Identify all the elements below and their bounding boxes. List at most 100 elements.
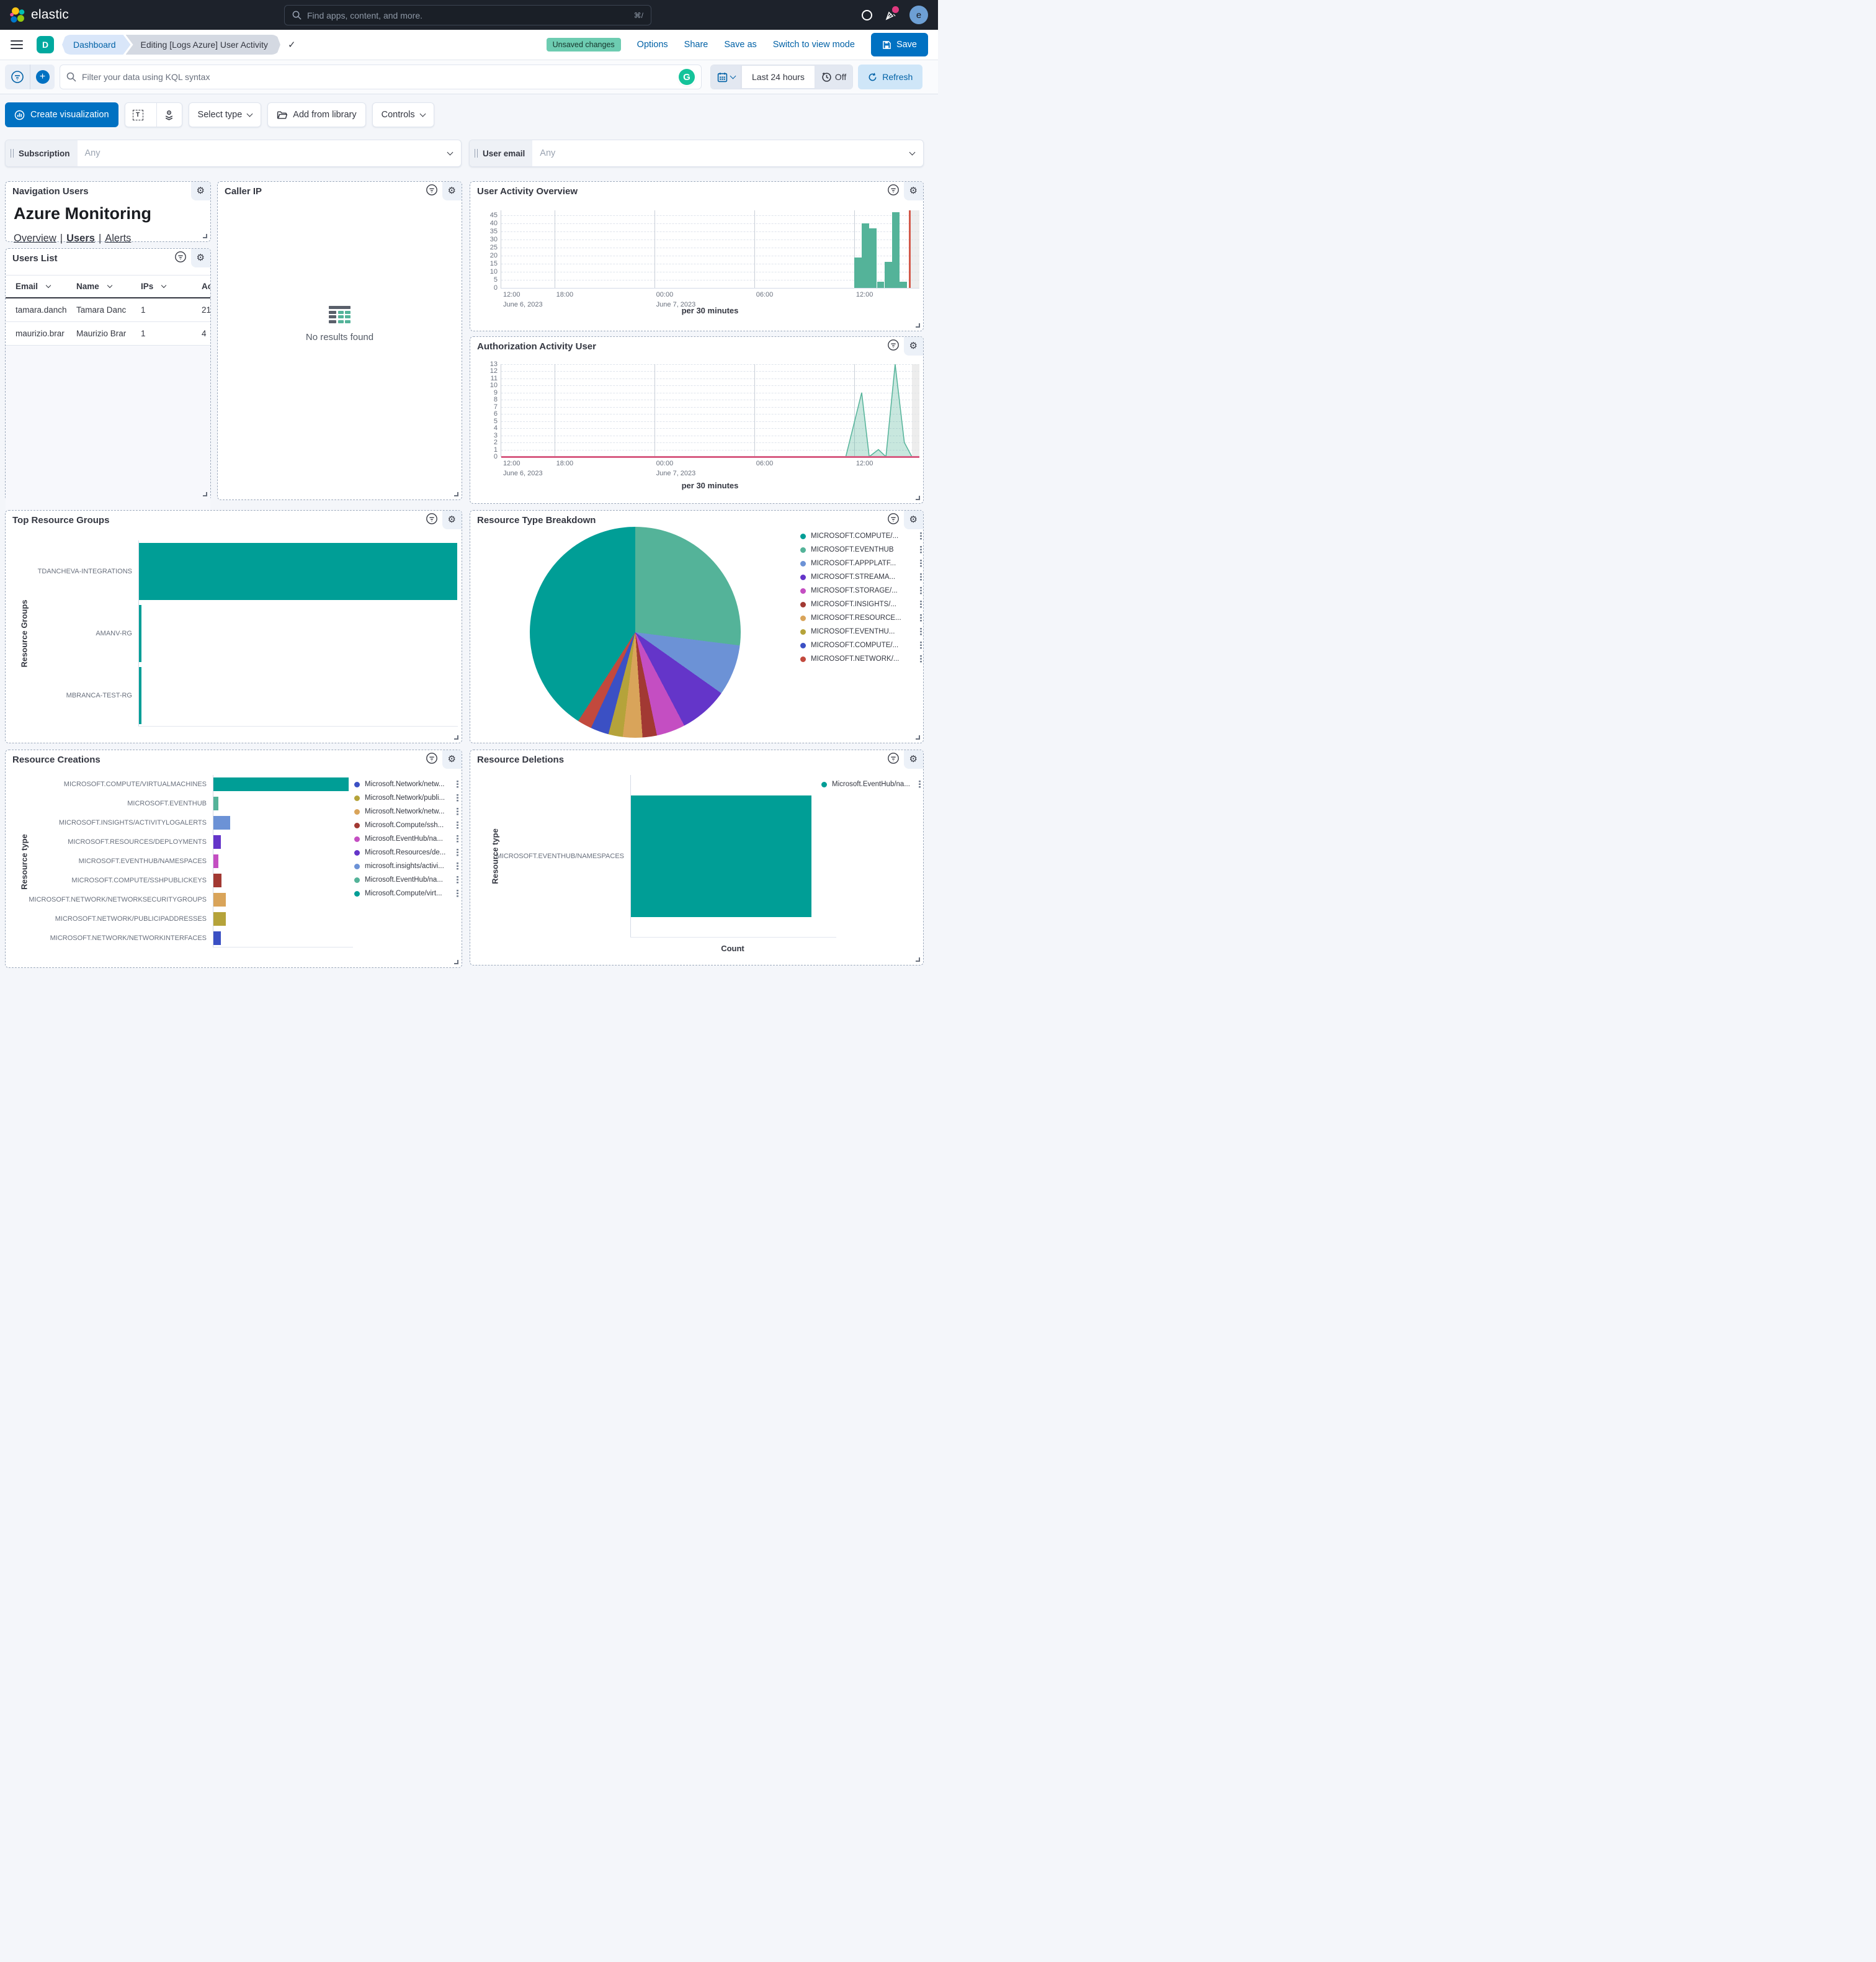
menu-icon[interactable]: [11, 38, 23, 52]
share-button[interactable]: Share: [684, 40, 708, 50]
legend-label[interactable]: MICROSOFT.EVENTHU...: [811, 628, 895, 635]
panel-title[interactable]: Navigation Users: [12, 186, 89, 197]
legend-more-icon[interactable]: [920, 532, 922, 540]
legend-label[interactable]: MICROSOFT.APPPLATF...: [811, 560, 896, 567]
legend-label[interactable]: MICROSOFT.NETWORK/...: [811, 655, 899, 663]
refresh-button[interactable]: Refresh: [858, 65, 922, 89]
resize-handle[interactable]: [454, 735, 458, 740]
help-icon[interactable]: [862, 10, 872, 20]
legend-label[interactable]: Microsoft.EventHub/na...: [365, 835, 443, 843]
gear-icon[interactable]: ⚙: [191, 182, 210, 200]
gear-icon[interactable]: ⚙: [191, 249, 210, 267]
top-resource-groups-chart[interactable]: TDANCHEVA-INTEGRATIONSAMANV-RGMBRANCA-TE…: [6, 540, 458, 727]
resize-handle[interactable]: [916, 496, 920, 500]
gear-icon[interactable]: ⚙: [442, 182, 462, 200]
legend-label[interactable]: MICROSOFT.INSIGHTS/...: [811, 601, 896, 608]
resize-handle[interactable]: [454, 492, 458, 496]
kql-query-input[interactable]: Filter your data using KQL syntax G: [60, 65, 702, 89]
column-header-ips[interactable]: IPs: [141, 282, 153, 291]
authorization-activity-chart[interactable]: 01234567891011121312:00June 6, 202318:00…: [501, 364, 919, 457]
legend-label[interactable]: Microsoft.Resources/de...: [365, 849, 445, 856]
auto-refresh-button[interactable]: Off: [815, 65, 852, 89]
panel-title[interactable]: User Activity Overview: [477, 186, 578, 197]
switch-to-view-mode-button[interactable]: Switch to view mode: [773, 40, 855, 50]
drag-handle-icon[interactable]: [11, 149, 14, 158]
controls-button[interactable]: Controls: [372, 102, 434, 127]
legend-more-icon[interactable]: [920, 655, 922, 663]
global-search-input[interactable]: Find apps, content, and more. ⌘/: [284, 5, 651, 25]
legend-more-icon[interactable]: [457, 849, 459, 856]
dashboard-app-badge[interactable]: D: [37, 36, 54, 53]
breadcrumb-dashboard[interactable]: Dashboard: [62, 35, 131, 55]
resize-handle[interactable]: [916, 957, 920, 962]
legend-more-icon[interactable]: [457, 794, 459, 802]
legend-label[interactable]: Microsoft.Network/publi...: [365, 794, 445, 802]
legend-more-icon[interactable]: [457, 890, 459, 897]
legend-label[interactable]: Microsoft.EventHub/na...: [365, 876, 443, 884]
legend-more-icon[interactable]: [457, 822, 459, 829]
legend-more-icon[interactable]: [920, 601, 922, 608]
panel-title[interactable]: Resource Deletions: [477, 755, 564, 765]
legend-more-icon[interactable]: [457, 781, 459, 788]
resource-creations-chart[interactable]: MICROSOFT.COMPUTE/VIRTUALMACHINESMICROSO…: [6, 775, 353, 947]
legend-more-icon[interactable]: [920, 628, 922, 635]
table-row[interactable]: tamara.danchTamara Danc121: [6, 298, 210, 322]
legend-label[interactable]: MICROSOFT.COMPUTE/...: [811, 532, 898, 540]
date-quick-select-button[interactable]: [711, 65, 741, 89]
sort-chevron-icon[interactable]: [107, 283, 112, 288]
legend-more-icon[interactable]: [920, 546, 922, 553]
legend-label[interactable]: Microsoft.Compute/ssh...: [365, 822, 444, 829]
sort-chevron-icon[interactable]: [46, 283, 51, 288]
legend-more-icon[interactable]: [457, 808, 459, 815]
resource-deletions-chart[interactable]: MICROSOFT.EVENTHUB/NAMESPACES: [470, 775, 836, 938]
panel-title[interactable]: Users List: [12, 253, 58, 264]
nav-link-alerts[interactable]: Alerts: [105, 233, 131, 244]
legend-more-icon[interactable]: [457, 876, 459, 884]
panel-title[interactable]: Top Resource Groups: [12, 515, 109, 526]
elastic-logo[interactable]: elastic: [9, 7, 69, 24]
resize-handle[interactable]: [454, 960, 458, 964]
options-button[interactable]: Options: [637, 40, 668, 50]
resize-handle[interactable]: [203, 234, 207, 238]
news-icon[interactable]: [885, 9, 897, 21]
legend-label[interactable]: MICROSOFT.EVENTHUB: [811, 546, 894, 553]
panel-title[interactable]: Caller IP: [225, 186, 262, 197]
legend-label[interactable]: microsoft.insights/activi...: [365, 862, 444, 870]
nav-link-users[interactable]: Users: [66, 233, 95, 244]
column-header-ac[interactable]: Ac: [202, 282, 210, 291]
legend-label[interactable]: Microsoft.Compute/virt...: [365, 890, 442, 897]
legend-more-icon[interactable]: [920, 573, 922, 581]
legend-label[interactable]: Microsoft.Network/netw...: [365, 808, 444, 815]
legend-more-icon[interactable]: [920, 614, 922, 622]
panel-filter-icon[interactable]: [426, 184, 438, 199]
legend-more-icon[interactable]: [920, 642, 922, 649]
resize-handle[interactable]: [916, 323, 920, 328]
panel-title[interactable]: Resource Type Breakdown: [477, 515, 596, 526]
user-email-control[interactable]: User email Any: [469, 140, 924, 167]
gear-icon[interactable]: ⚙: [904, 750, 923, 769]
gear-icon[interactable]: ⚙: [442, 750, 462, 769]
add-from-library-button[interactable]: Add from library: [267, 102, 365, 127]
drag-handle-icon[interactable]: [475, 149, 478, 158]
panel-filter-icon[interactable]: [887, 339, 900, 354]
panel-filter-icon[interactable]: [426, 513, 438, 528]
time-range-button[interactable]: Last 24 hours: [741, 65, 815, 89]
sort-chevron-icon[interactable]: [161, 283, 166, 288]
add-annotation-button[interactable]: [156, 103, 182, 127]
panel-title[interactable]: Authorization Activity User: [477, 341, 596, 352]
legend-more-icon[interactable]: [457, 835, 459, 843]
legend-label[interactable]: MICROSOFT.RESOURCE...: [811, 614, 901, 622]
gear-icon[interactable]: ⚙: [904, 182, 923, 200]
user-avatar[interactable]: e: [909, 6, 928, 24]
gear-icon[interactable]: ⚙: [904, 511, 923, 529]
legend-label[interactable]: Microsoft.Network/netw...: [365, 781, 444, 788]
save-button[interactable]: Save: [871, 33, 928, 56]
panel-filter-icon[interactable]: [174, 251, 187, 266]
create-visualization-button[interactable]: Create visualization: [5, 102, 118, 127]
legend-more-icon[interactable]: [457, 862, 459, 870]
legend-more-icon[interactable]: [920, 560, 922, 567]
legend-more-icon[interactable]: [920, 587, 922, 594]
column-header-name[interactable]: Name: [76, 282, 99, 291]
panel-filter-icon[interactable]: [887, 513, 900, 528]
subscription-control[interactable]: Subscription Any: [5, 140, 462, 167]
